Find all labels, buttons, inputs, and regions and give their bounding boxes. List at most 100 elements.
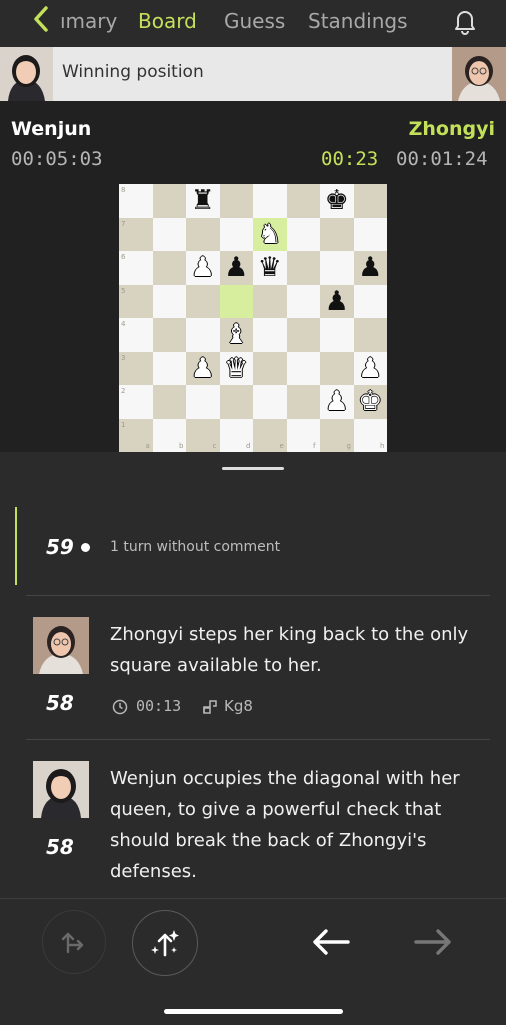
square-e4[interactable] xyxy=(253,318,287,352)
square-d8[interactable] xyxy=(219,184,253,218)
white-pawn-c3[interactable]: ♟ xyxy=(186,352,220,386)
player-name-white: Wenjun xyxy=(11,118,92,140)
file-label: f xyxy=(313,442,316,450)
square-f2[interactable] xyxy=(286,385,320,419)
avatar-zhongyi xyxy=(452,47,506,101)
square-d2[interactable] xyxy=(219,385,253,419)
collapsed-turns[interactable]: 59 1 turn without comment xyxy=(0,507,506,585)
player-name-black: Zhongyi xyxy=(408,118,495,140)
square-e8[interactable] xyxy=(253,184,287,218)
square-g3[interactable] xyxy=(320,351,354,385)
black-pawn-g5[interactable]: ♟ xyxy=(320,285,354,319)
black-pawn-h6[interactable]: ♟ xyxy=(354,251,388,285)
square-h7[interactable] xyxy=(353,217,387,251)
square-e2[interactable] xyxy=(253,385,287,419)
file-label: a xyxy=(145,442,150,450)
home-indicator xyxy=(164,1009,343,1014)
square-f8[interactable] xyxy=(286,184,320,218)
clock-black: 00:01:24 xyxy=(396,148,488,170)
magic-button[interactable] xyxy=(132,910,198,976)
file-label: c xyxy=(212,442,217,450)
rank-label: 1 xyxy=(121,420,126,429)
square-d7[interactable] xyxy=(219,217,253,251)
file-label: d xyxy=(246,442,251,450)
square-b3[interactable] xyxy=(152,351,186,385)
square-e5[interactable] xyxy=(253,284,287,318)
move-san: Kg8 xyxy=(224,697,253,715)
move-number: 59 xyxy=(46,535,74,559)
rank-label: 5 xyxy=(121,286,126,295)
square-g4[interactable] xyxy=(320,318,354,352)
white-pawn-h3[interactable]: ♟ xyxy=(354,352,388,386)
square-c7[interactable] xyxy=(186,217,220,251)
chevron-left-icon[interactable] xyxy=(30,4,52,34)
square-b5[interactable] xyxy=(152,284,186,318)
comment-text: Zhongyi steps her king back to the only … xyxy=(110,624,469,676)
square-g6[interactable] xyxy=(320,251,354,285)
square-g7[interactable] xyxy=(320,217,354,251)
comment-item: 58 Zhongyi steps her king back to the on… xyxy=(0,596,506,739)
file-label: b xyxy=(179,442,184,450)
square-f6[interactable] xyxy=(286,251,320,285)
move-dot xyxy=(81,543,90,552)
comments-sheet: 59 1 turn without comment 58 Zhongyi ste… xyxy=(0,452,506,898)
sparkle-arrow-icon xyxy=(151,930,179,957)
square-c4[interactable] xyxy=(186,318,220,352)
white-queen-d3[interactable]: ♛ xyxy=(220,352,254,386)
move-time: 00:13 xyxy=(136,697,182,715)
square-f4[interactable] xyxy=(286,318,320,352)
square-b4[interactable] xyxy=(152,318,186,352)
white-pawn-g2[interactable]: ♟ xyxy=(320,385,354,419)
rank-label: 3 xyxy=(121,353,126,362)
square-f3[interactable] xyxy=(286,351,320,385)
bell-icon[interactable] xyxy=(450,6,480,36)
square-b2[interactable] xyxy=(152,385,186,419)
banner-text: Winning position xyxy=(62,62,204,82)
square-b8[interactable] xyxy=(152,184,186,218)
tab-summary[interactable]: ımary xyxy=(60,9,117,33)
clock-white: 00:05:03 xyxy=(11,148,103,170)
arrow-branch-icon xyxy=(61,932,84,954)
black-pawn-d6[interactable]: ♟ xyxy=(220,251,254,285)
square-f5[interactable] xyxy=(286,284,320,318)
avatar-zhongyi xyxy=(33,617,89,674)
square-d5[interactable] xyxy=(219,284,253,318)
white-pawn-c6[interactable]: ♟ xyxy=(186,251,220,285)
rank-label: 7 xyxy=(121,219,126,228)
file-label: g xyxy=(346,442,351,450)
square-c2[interactable] xyxy=(186,385,220,419)
tab-standings[interactable]: Standings xyxy=(308,9,408,33)
arrow-right-icon[interactable] xyxy=(412,927,454,957)
move-number: 58 xyxy=(46,691,74,715)
move-timer-black: 00:23 xyxy=(321,148,379,170)
move-number: 58 xyxy=(46,835,74,859)
rank-label: 2 xyxy=(121,387,126,395)
square-b6[interactable] xyxy=(152,251,186,285)
clock-icon xyxy=(112,699,128,715)
black-queen-e6[interactable]: ♛ xyxy=(253,251,287,285)
square-e3[interactable] xyxy=(253,351,287,385)
collapsed-text: 1 turn without comment xyxy=(110,539,281,555)
square-h5[interactable] xyxy=(353,284,387,318)
white-knight-e7[interactable]: ♞ xyxy=(253,218,287,252)
avatar-wenjun xyxy=(33,761,89,818)
square-f7[interactable] xyxy=(286,217,320,251)
black-rook-c8[interactable]: ♜ xyxy=(186,184,220,218)
black-king-g8[interactable]: ♚ xyxy=(320,184,354,218)
white-bishop-d4[interactable]: ♝ xyxy=(220,318,254,352)
rank-label: 6 xyxy=(121,253,126,261)
square-h4[interactable] xyxy=(353,318,387,352)
rank-label: 4 xyxy=(121,320,126,328)
arrow-left-icon[interactable] xyxy=(310,927,352,957)
white-king-h2[interactable]: ♚ xyxy=(354,385,388,419)
square-h8[interactable] xyxy=(353,184,387,218)
avatar-wenjun xyxy=(0,47,53,101)
status-banner: Winning position xyxy=(0,47,506,101)
chess-board[interactable]: 8 7 6 5 4 3 2 1 a b c d e f g h ♜ ♚ ♞ ♟ ♟ ♛ ♟ ♟ ♝ ♟ ♛ ♟ ♟ ♚ xyxy=(119,184,387,452)
tab-board[interactable]: Board xyxy=(138,9,197,33)
square-c5[interactable] xyxy=(186,284,220,318)
sheet-handle[interactable] xyxy=(222,467,284,470)
square-b7[interactable] xyxy=(152,217,186,251)
tab-guess[interactable]: Guess xyxy=(224,9,285,33)
suggest-move-button[interactable] xyxy=(42,910,106,974)
